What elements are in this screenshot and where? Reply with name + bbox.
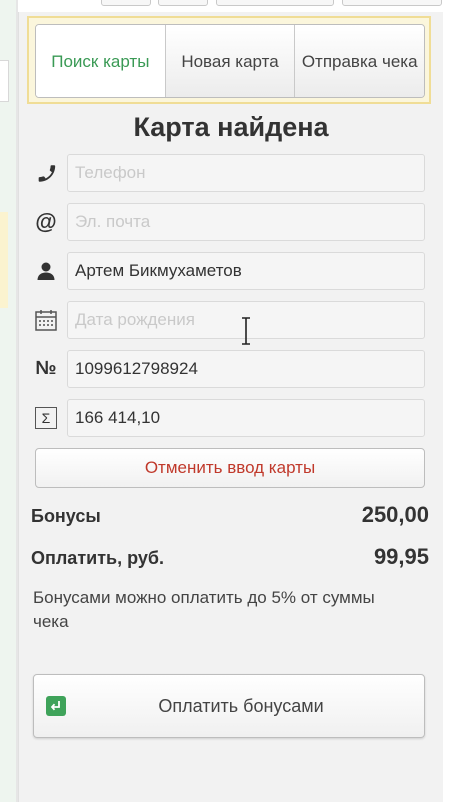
person-icon (31, 252, 61, 290)
tab-new-card[interactable]: Новая карта (164, 25, 295, 97)
pay-with-bonus-button[interactable]: Оплатить бонусами (33, 674, 425, 738)
total-row: Σ 166 414,10 (31, 399, 429, 437)
birthdate-row: Дата рождения (31, 301, 429, 339)
pay-amount-value: 99,95 (373, 544, 429, 569)
bonus-label: Бонусы (31, 506, 101, 526)
loyalty-card-panel: Поиск карты Новая карта Отправка чека Ка… (18, 12, 443, 802)
phone-row: Телефон (31, 154, 429, 192)
pay-amount-label: Оплатить, руб. (31, 548, 164, 568)
at-icon: @ (35, 209, 57, 234)
toolbar-button-fragment[interactable] (101, 0, 151, 6)
name-field[interactable]: Артем Бикмухаметов (67, 252, 425, 290)
mode-tabs: Поиск карты Новая карта Отправка чека (35, 24, 425, 98)
text-cursor-icon (242, 317, 250, 345)
toolbar-button-fragment[interactable] (216, 0, 334, 6)
number-sign-icon: № (35, 358, 57, 379)
toolbar-button-fragment[interactable] (158, 0, 208, 6)
name-row: Артем Бикмухаметов (31, 252, 429, 290)
email-row: @ Эл. почта (31, 203, 429, 241)
left-pane-fragment (0, 60, 9, 102)
card-number-field[interactable]: 1099612798924 (67, 350, 425, 388)
pay-amount-row: Оплатить, руб. 99,95 (31, 544, 429, 570)
bonus-note: Бонусами можно оплатить до 5% от суммы ч… (33, 588, 375, 631)
status-title: Карта найдена (133, 112, 329, 142)
bonus-value: 250,00 (361, 502, 429, 527)
email-field[interactable]: Эл. почта (67, 203, 425, 241)
sigma-icon: Σ (31, 399, 61, 437)
left-pane-edge (0, 0, 16, 802)
cancel-card-button[interactable]: Отменить ввод карты (35, 448, 425, 488)
tab-send-receipt[interactable]: Отправка чека (294, 25, 424, 97)
tabs-frame: Поиск карты Новая карта Отправка чека (27, 16, 431, 104)
bonus-row: Бонусы 250,00 (31, 502, 429, 528)
pay-with-bonus-label: Оплатить бонусами (158, 695, 324, 716)
card-number-row: № 1099612798924 (31, 350, 429, 388)
phone-icon (31, 154, 61, 192)
total-field[interactable]: 166 414,10 (67, 399, 425, 437)
calendar-icon (31, 301, 61, 339)
phone-field[interactable]: Телефон (67, 154, 425, 192)
toolbar-button-fragment[interactable] (342, 0, 442, 6)
tab-card-search[interactable]: Поиск карты (36, 25, 165, 97)
left-pane-highlight (0, 212, 8, 308)
